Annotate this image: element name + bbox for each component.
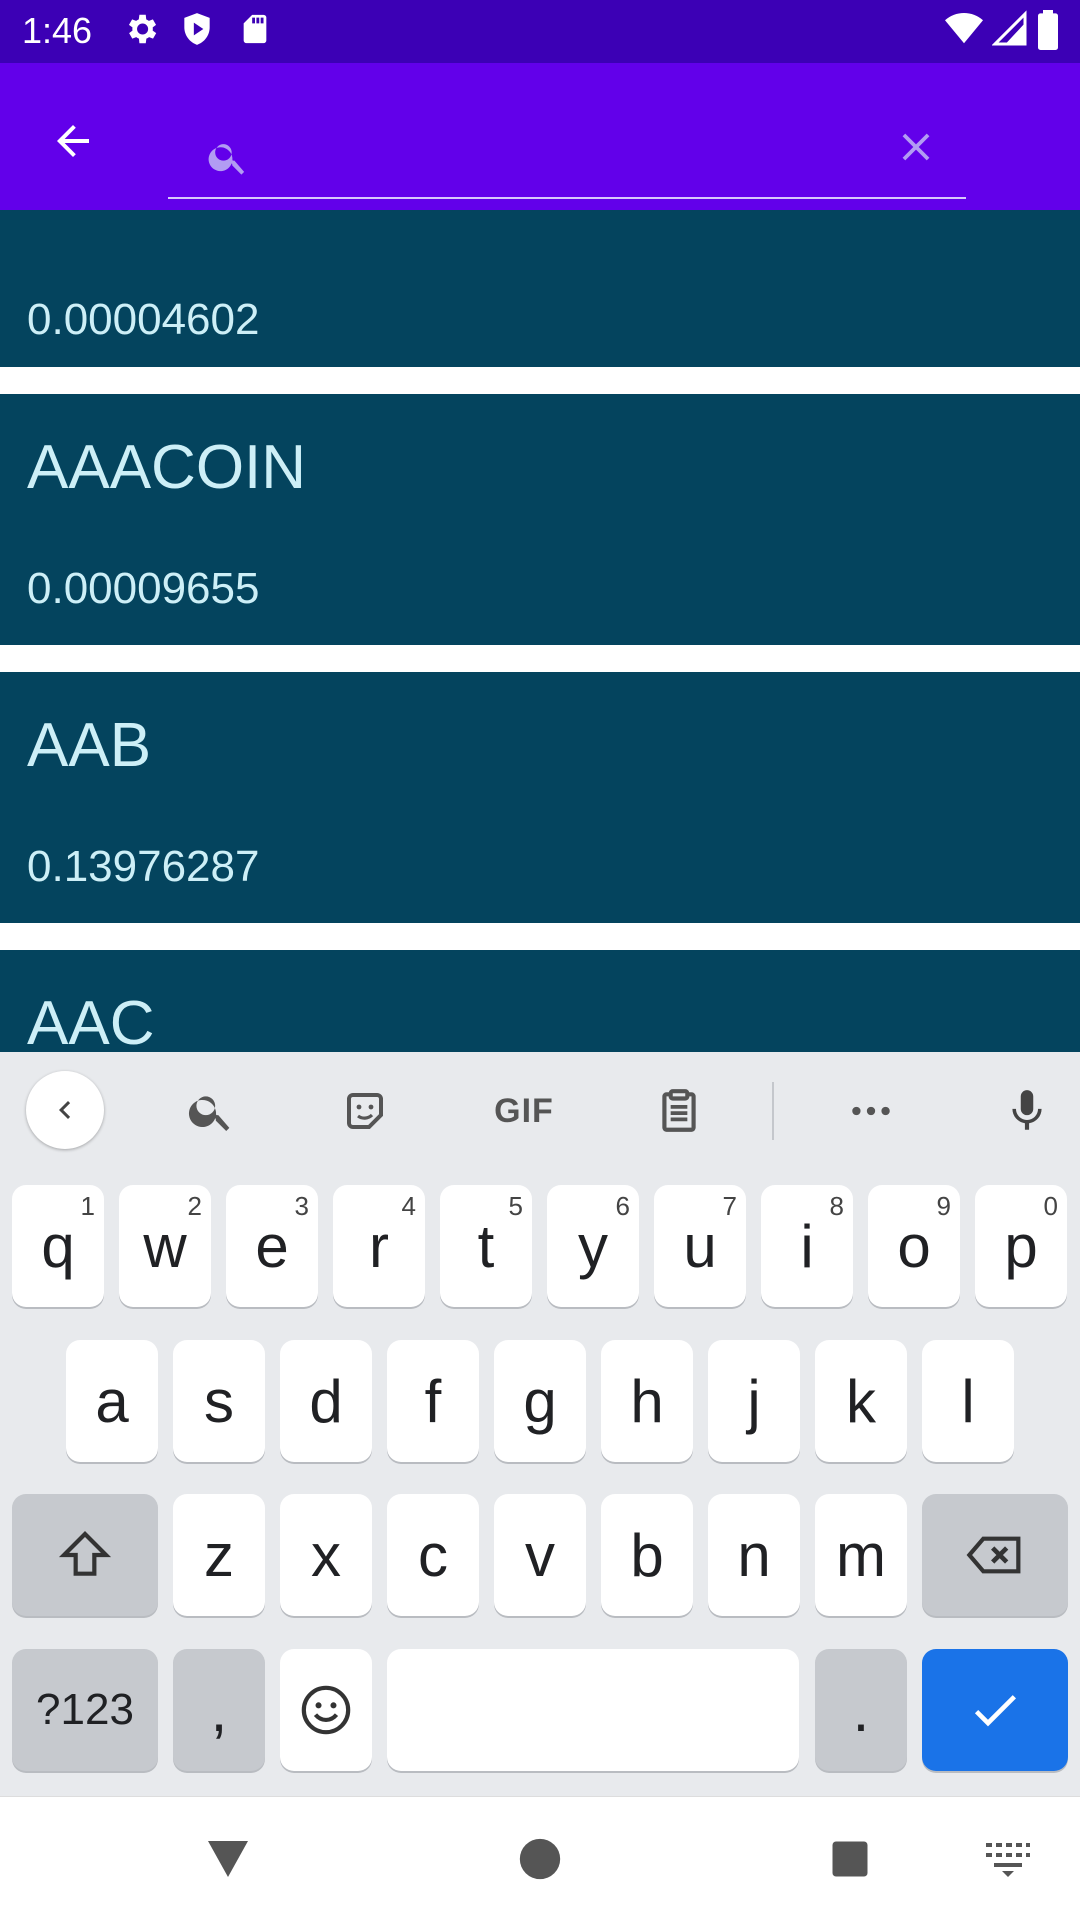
- key-s[interactable]: s: [173, 1340, 265, 1462]
- toolbar-divider: [772, 1082, 774, 1140]
- key-y[interactable]: y6: [547, 1185, 639, 1307]
- arrow-back-icon: [57, 125, 89, 157]
- search-icon: [188, 1096, 230, 1131]
- shield-icon: [178, 10, 216, 53]
- key-h[interactable]: h: [601, 1340, 693, 1462]
- key-z[interactable]: z: [173, 1494, 265, 1616]
- search-field[interactable]: [168, 103, 966, 199]
- keyboard-switch-icon: [986, 1843, 1030, 1877]
- key-w[interactable]: w2: [119, 1185, 211, 1307]
- status-time: 1:46: [22, 10, 93, 51]
- coin-name: AAACOIN: [27, 433, 307, 502]
- check-icon: [974, 1695, 1016, 1727]
- battery-icon: [1036, 10, 1060, 55]
- search-icon: [206, 135, 250, 184]
- backspace-icon: [966, 1536, 1021, 1574]
- status-bar: 1:46: [0, 0, 1080, 63]
- coin-name: AAC: [27, 989, 155, 1052]
- key-e[interactable]: e3: [226, 1185, 318, 1307]
- key-u[interactable]: u7: [654, 1185, 746, 1307]
- toolbar-collapse-button[interactable]: [26, 1071, 104, 1149]
- wifi-icon: [944, 10, 984, 53]
- shift-key[interactable]: [12, 1494, 158, 1616]
- sd-card-icon: [238, 10, 272, 53]
- keyboard-toolbar: GIF: [0, 1052, 1080, 1170]
- coin-price: 0.13976287: [27, 842, 260, 891]
- emoji-icon: [301, 1685, 351, 1735]
- sticker-icon: [347, 1093, 383, 1129]
- toolbar-search-button[interactable]: [178, 1078, 244, 1144]
- key-c[interactable]: c: [387, 1494, 479, 1616]
- key-p[interactable]: p0: [975, 1185, 1067, 1307]
- toolbar-clipboard-button[interactable]: [646, 1078, 712, 1144]
- search-input[interactable]: [246, 123, 850, 175]
- coin-card[interactable]: AAB 0.13976287: [0, 672, 1080, 923]
- nav-keyboard-switch-button[interactable]: [976, 1827, 1040, 1891]
- settings-icon: [122, 10, 160, 53]
- home-circle-icon: [519, 1838, 561, 1880]
- coin-name: AAB: [27, 711, 152, 780]
- microphone-icon: [1012, 1090, 1042, 1130]
- key-d[interactable]: d: [280, 1340, 372, 1462]
- key-o[interactable]: o9: [868, 1185, 960, 1307]
- key-m[interactable]: m: [815, 1494, 907, 1616]
- back-triangle-icon: [208, 1841, 248, 1877]
- coin-card[interactable]: AAACOIN 0.00009655: [0, 394, 1080, 645]
- toolbar-gif-button[interactable]: GIF: [484, 1078, 564, 1144]
- done-key[interactable]: [922, 1649, 1068, 1771]
- clipboard-icon: [662, 1089, 696, 1132]
- key-v[interactable]: v: [494, 1494, 586, 1616]
- key-k[interactable]: k: [815, 1340, 907, 1462]
- key-x[interactable]: x: [280, 1494, 372, 1616]
- key-g[interactable]: g: [494, 1340, 586, 1462]
- key-j[interactable]: j: [708, 1340, 800, 1462]
- key-q[interactable]: q1: [12, 1185, 104, 1307]
- soft-keyboard: GIF q1 w2 e3 r4 t5 y6 u7 i8 o9 p0 a s d …: [0, 1052, 1080, 1796]
- back-button[interactable]: [40, 108, 106, 174]
- backspace-key[interactable]: [922, 1494, 1068, 1616]
- space-key[interactable]: [387, 1649, 799, 1771]
- key-t[interactable]: t5: [440, 1185, 532, 1307]
- shift-icon: [58, 1531, 112, 1576]
- close-icon: [902, 133, 930, 161]
- nav-recents-button[interactable]: [818, 1827, 882, 1891]
- toolbar-sticker-button[interactable]: [332, 1078, 398, 1144]
- more-icon: [852, 1106, 890, 1116]
- gif-icon: GIF: [494, 1091, 554, 1130]
- back-chevron-icon: [59, 1101, 71, 1119]
- comma-key[interactable]: ,: [173, 1649, 265, 1771]
- toolbar-more-button[interactable]: [838, 1078, 904, 1144]
- nav-home-button[interactable]: [508, 1827, 572, 1891]
- key-f[interactable]: f: [387, 1340, 479, 1462]
- clear-search-button[interactable]: [886, 117, 946, 177]
- key-i[interactable]: i8: [761, 1185, 853, 1307]
- nav-back-button[interactable]: [196, 1827, 260, 1891]
- coin-price: 0.00004602: [27, 295, 260, 344]
- period-key[interactable]: .: [815, 1649, 907, 1771]
- app-bar: [0, 63, 1080, 210]
- symbols-key[interactable]: ?123: [12, 1649, 158, 1771]
- toolbar-voice-button[interactable]: [994, 1078, 1060, 1144]
- emoji-key[interactable]: [280, 1649, 372, 1771]
- coin-list[interactable]: 0.00004602 AAACOIN 0.00009655 AAB 0.1397…: [0, 210, 1080, 1052]
- key-a[interactable]: a: [66, 1340, 158, 1462]
- coin-card[interactable]: AAC: [0, 950, 1080, 1052]
- key-b[interactable]: b: [601, 1494, 693, 1616]
- key-r[interactable]: r4: [333, 1185, 425, 1307]
- key-n[interactable]: n: [708, 1494, 800, 1616]
- recents-square-icon: [832, 1841, 868, 1877]
- signal-icon: [991, 10, 1028, 53]
- coin-card[interactable]: 0.00004602: [0, 210, 1080, 367]
- navigation-bar: [0, 1796, 1080, 1921]
- coin-price: 0.00009655: [27, 564, 260, 613]
- key-l[interactable]: l: [922, 1340, 1014, 1462]
